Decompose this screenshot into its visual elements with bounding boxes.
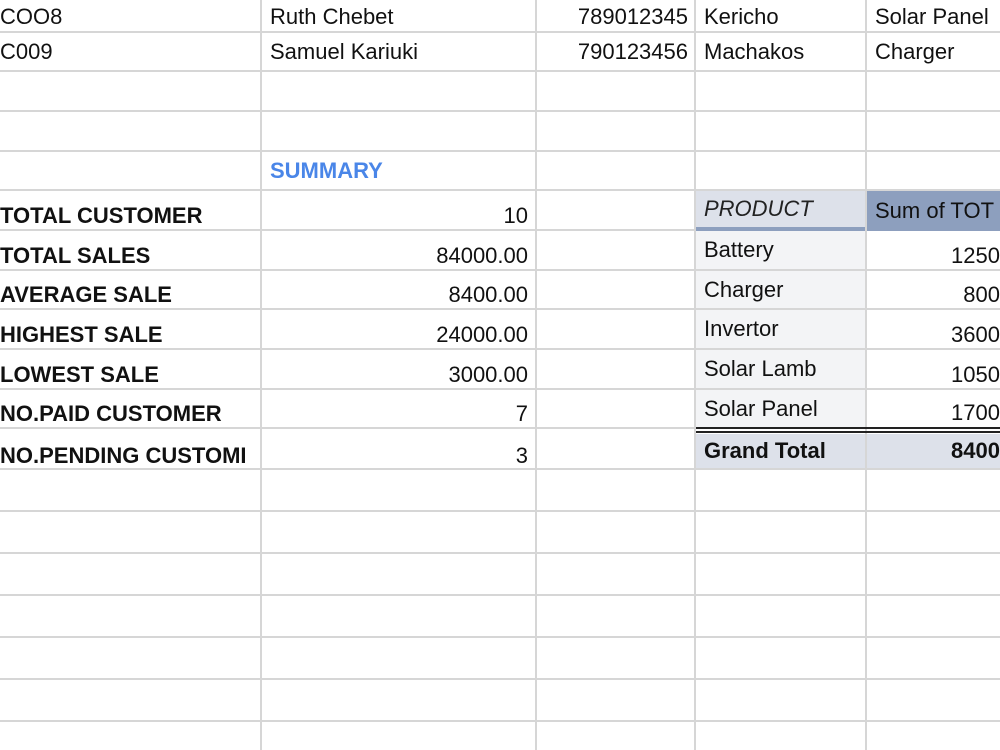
summary-label[interactable]: LOWEST SALE: [0, 355, 260, 395]
cell-product[interactable]: Solar Panel: [867, 0, 1000, 33]
cell-location[interactable]: Machakos: [696, 33, 865, 70]
cell-phone[interactable]: 789012345: [537, 0, 694, 33]
summary-value[interactable]: 24000.00: [262, 315, 535, 355]
pivot-row-product[interactable]: Charger: [696, 271, 865, 308]
pivot-grand-total-value[interactable]: 8400: [867, 434, 1000, 468]
pivot-header-product[interactable]: PRODUCT: [696, 191, 865, 227]
pivot-row-sum[interactable]: 1250: [867, 236, 1000, 276]
summary-value[interactable]: 10: [262, 196, 535, 236]
pivot-row-sum[interactable]: 800: [867, 275, 1000, 315]
summary-value[interactable]: 7: [262, 394, 535, 434]
pivot-grand-total-label[interactable]: Grand Total: [696, 434, 865, 468]
cell-customer-id[interactable]: C009: [0, 33, 260, 70]
cell-customer-id[interactable]: COO8: [0, 0, 260, 33]
summary-label[interactable]: AVERAGE SALE: [0, 275, 260, 315]
summary-value[interactable]: 8400.00: [262, 275, 535, 315]
summary-value[interactable]: 84000.00: [262, 236, 535, 276]
summary-label[interactable]: TOTAL CUSTOMER: [0, 196, 260, 236]
cell-phone[interactable]: 790123456: [537, 33, 694, 70]
row-divider: [0, 720, 1000, 722]
pivot-row-sum[interactable]: 3600: [867, 315, 1000, 355]
row-divider: [0, 110, 1000, 112]
grand-total-rule: [696, 431, 1000, 433]
pivot-row-product[interactable]: Battery: [696, 231, 865, 269]
summary-label[interactable]: NO.PENDING CUSTOMI: [0, 436, 260, 476]
row-divider: [0, 552, 1000, 554]
row-divider: [0, 70, 1000, 72]
row-divider: [0, 636, 1000, 638]
summary-label[interactable]: TOTAL SALES: [0, 236, 260, 276]
row-divider: [0, 510, 1000, 512]
cell-customer-name[interactable]: Samuel Kariuki: [262, 33, 535, 70]
summary-value[interactable]: 3000.00: [262, 355, 535, 395]
grand-total-rule: [696, 427, 1000, 429]
summary-title: SUMMARY: [270, 157, 383, 183]
summary-label[interactable]: NO.PAID CUSTOMER: [0, 394, 260, 434]
cell-product[interactable]: Charger: [867, 33, 1000, 70]
summary-label[interactable]: HIGHEST SALE: [0, 315, 260, 355]
cell-customer-name[interactable]: Ruth Chebet: [262, 0, 535, 33]
spreadsheet-grid[interactable]: COO8 Ruth Chebet 789012345 Kericho Solar…: [0, 0, 1000, 750]
pivot-row-product[interactable]: Invertor: [696, 310, 865, 348]
cell-location[interactable]: Kericho: [696, 0, 865, 33]
pivot-row-sum[interactable]: 1700: [867, 394, 1000, 431]
row-divider: [0, 594, 1000, 596]
pivot-row-product[interactable]: Solar Panel: [696, 390, 865, 427]
pivot-row-sum[interactable]: 1050: [867, 355, 1000, 395]
pivot-header-sum[interactable]: Sum of TOT: [867, 191, 1000, 231]
summary-value[interactable]: 3: [262, 436, 535, 476]
row-divider: [0, 678, 1000, 680]
pivot-row-product[interactable]: Solar Lamb: [696, 350, 865, 388]
